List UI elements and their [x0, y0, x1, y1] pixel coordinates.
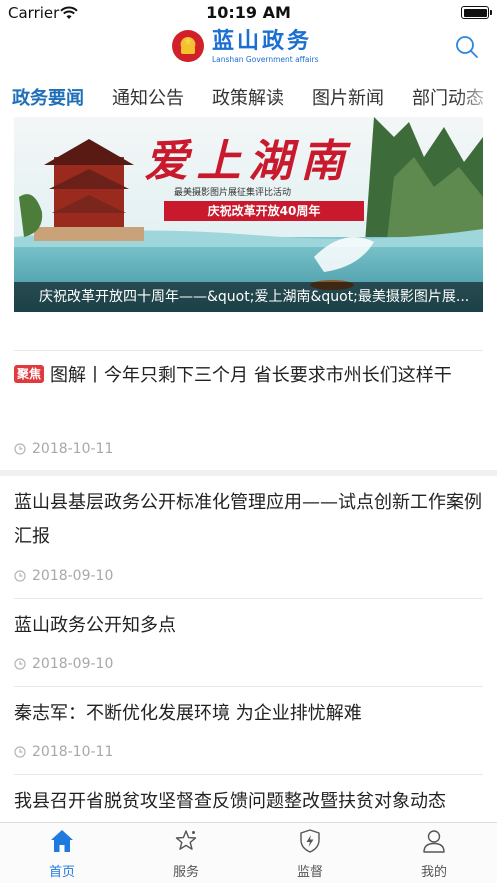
- news-title: 我县召开省脱贫攻坚督查反馈问题整改暨扶贫对象动态: [14, 791, 446, 812]
- clock-icon: [14, 746, 26, 758]
- divider: [14, 350, 483, 351]
- star-service-icon: [175, 830, 197, 850]
- tabbar-home-label: 首页: [48, 865, 75, 880]
- divider: [14, 774, 483, 775]
- app-header: 蓝山政务 Lanshan Government affairs: [0, 26, 497, 78]
- banner-carousel[interactable]: 爱上湖南 最美摄影图片展征集评比活动 庆祝改革开放40周年 庆祝改革开放四十周年…: [14, 117, 483, 312]
- news-title-row: 聚焦 图解丨今年只剩下三个月 省长要求市州长们这样干: [14, 359, 483, 393]
- tabbar-service-label: 服务: [172, 865, 199, 880]
- tabbar-supervise-label: 监督: [296, 865, 323, 880]
- news-date: 2018-10-11: [14, 441, 113, 457]
- news-title: 蓝山县基层政务公开标准化管理应用——试点创新工作案例汇报: [14, 492, 482, 547]
- banner-subheading: 最美摄影图片展征集评比活动: [174, 188, 292, 198]
- news-item[interactable]: 聚焦 图解丨今年只剩下三个月 省长要求市州长们这样干 2018-10-11: [14, 359, 483, 469]
- news-item[interactable]: 秦志军：不断优化发展环境 为企业排忧解难 2018-10-11: [14, 697, 483, 772]
- news-date: 2018-10-11: [14, 744, 113, 760]
- app-logo: 蓝山政务 Lanshan Government affairs: [172, 26, 319, 66]
- news-date: 2018-09-10: [14, 568, 113, 584]
- news-date-text: 2018-10-11: [32, 441, 114, 457]
- tabbar-mine-label: 我的: [420, 865, 447, 880]
- clock-icon: [14, 570, 26, 582]
- user-icon: [423, 830, 445, 853]
- tab-news[interactable]: 政务要闻: [12, 83, 84, 115]
- banner-caption: 庆祝改革开放四十周年——&quot;爱上湖南&quot;最美摄影图片展...: [14, 282, 483, 312]
- divider: [14, 686, 483, 687]
- banner-ribbon: 庆祝改革开放40周年: [164, 201, 364, 221]
- news-title: 蓝山政务公开知多点: [14, 615, 176, 636]
- tabbar-supervise[interactable]: 监督: [248, 823, 372, 883]
- news-item[interactable]: 我县召开省脱贫攻坚督查反馈问题整改暨扶贫对象动态: [14, 785, 483, 821]
- tab-notices[interactable]: 通知公告: [112, 83, 184, 115]
- news-date-text: 2018-09-10: [32, 656, 114, 672]
- bottom-tab-bar: 首页 服务 监督 我的: [0, 822, 497, 883]
- clock-icon: [14, 443, 26, 455]
- shield-bolt-icon: [300, 829, 320, 853]
- section-divider: [0, 470, 497, 476]
- news-item[interactable]: 蓝山县基层政务公开标准化管理应用——试点创新工作案例汇报 2018-09-10: [14, 486, 483, 596]
- search-icon[interactable]: [454, 34, 480, 60]
- news-date-text: 2018-10-11: [32, 744, 114, 760]
- banner-headline: 爱上湖南: [144, 136, 353, 187]
- news-date-text: 2018-09-10: [32, 568, 114, 584]
- news-item[interactable]: 蓝山政务公开知多点 2018-09-10: [14, 609, 483, 684]
- clock-time: 10:19 AM: [206, 3, 291, 22]
- news-date: 2018-09-10: [14, 656, 113, 672]
- national-emblem-icon: [172, 30, 204, 62]
- app-title: 蓝山政务: [212, 28, 313, 54]
- tabbar-mine[interactable]: 我的: [372, 823, 496, 883]
- category-tabs: 政务要闻 通知公告 政策解读 图片新闻 部门动态: [0, 83, 497, 115]
- tabbar-service[interactable]: 服务: [124, 823, 248, 883]
- news-title: 秦志军：不断优化发展环境 为企业排忧解难: [14, 703, 362, 724]
- tab-photo-news[interactable]: 图片新闻: [312, 83, 384, 115]
- divider: [14, 598, 483, 599]
- news-title: 图解丨今年只剩下三个月 省长要求市州长们这样干: [50, 365, 452, 386]
- home-icon: [51, 830, 73, 852]
- clock-icon: [14, 658, 26, 670]
- battery-icon: [461, 6, 492, 19]
- status-bar: Carrier 10:19 AM: [0, 0, 497, 26]
- app-subtitle: Lanshan Government affairs: [212, 54, 319, 64]
- tab-policy[interactable]: 政策解读: [212, 83, 284, 115]
- tabbar-home[interactable]: 首页: [0, 823, 124, 883]
- focus-badge: 聚焦: [14, 365, 45, 383]
